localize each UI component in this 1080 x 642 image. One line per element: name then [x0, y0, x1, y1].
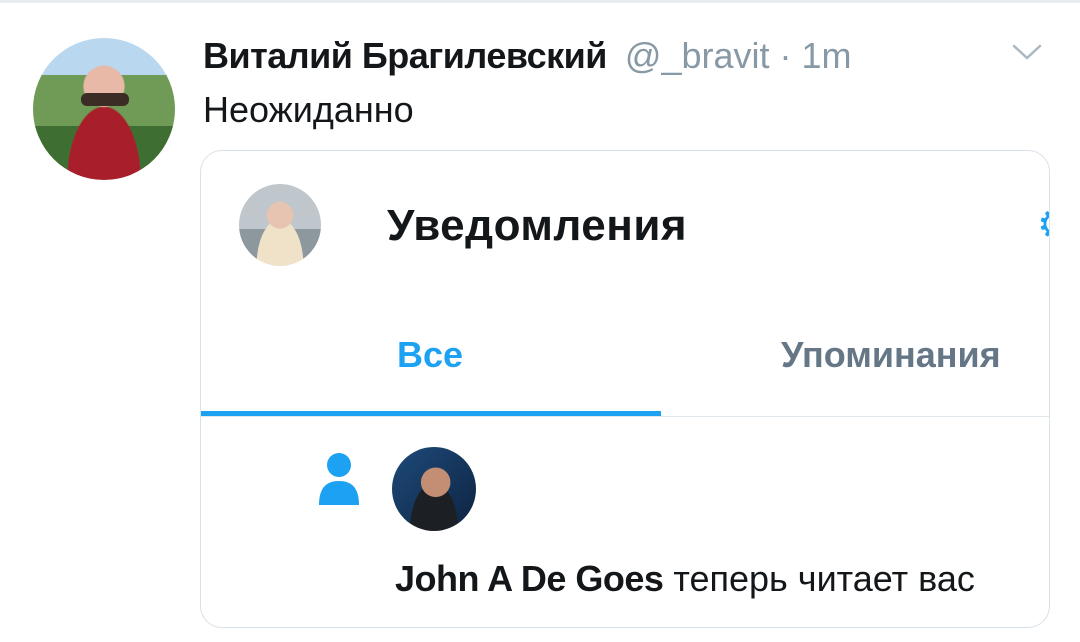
tabs-divider: [201, 416, 1049, 417]
gear-icon: ⚙: [1037, 203, 1049, 247]
follow-action-text: теперь читает вас: [673, 558, 975, 599]
author-name[interactable]: Виталий Брагилевский: [203, 35, 607, 76]
person-icon: [319, 453, 359, 505]
author-handle-time[interactable]: @_bravit · 1m: [625, 35, 852, 76]
follower-avatar: [392, 447, 476, 531]
tweet-header: Виталий Брагилевский @_bravit · 1m: [203, 34, 852, 78]
tweet-text: Неожиданно: [203, 89, 414, 130]
tab-all: Все: [397, 334, 464, 375]
chevron-down-icon[interactable]: [1011, 42, 1043, 62]
notification-text: John A De Goes теперь читает вас: [395, 557, 975, 601]
tab-mentions: Упоминания: [781, 334, 1001, 375]
attached-screenshot[interactable]: Уведомления ⚙ Все Упоминания John A De G…: [200, 150, 1050, 628]
notifications-title: Уведомления: [387, 201, 688, 250]
profile-avatar: [239, 184, 321, 266]
avatar-glasses: [81, 93, 129, 106]
follower-name: John A De Goes: [395, 558, 664, 599]
author-avatar[interactable]: [33, 38, 175, 180]
top-divider: [0, 0, 1080, 3]
